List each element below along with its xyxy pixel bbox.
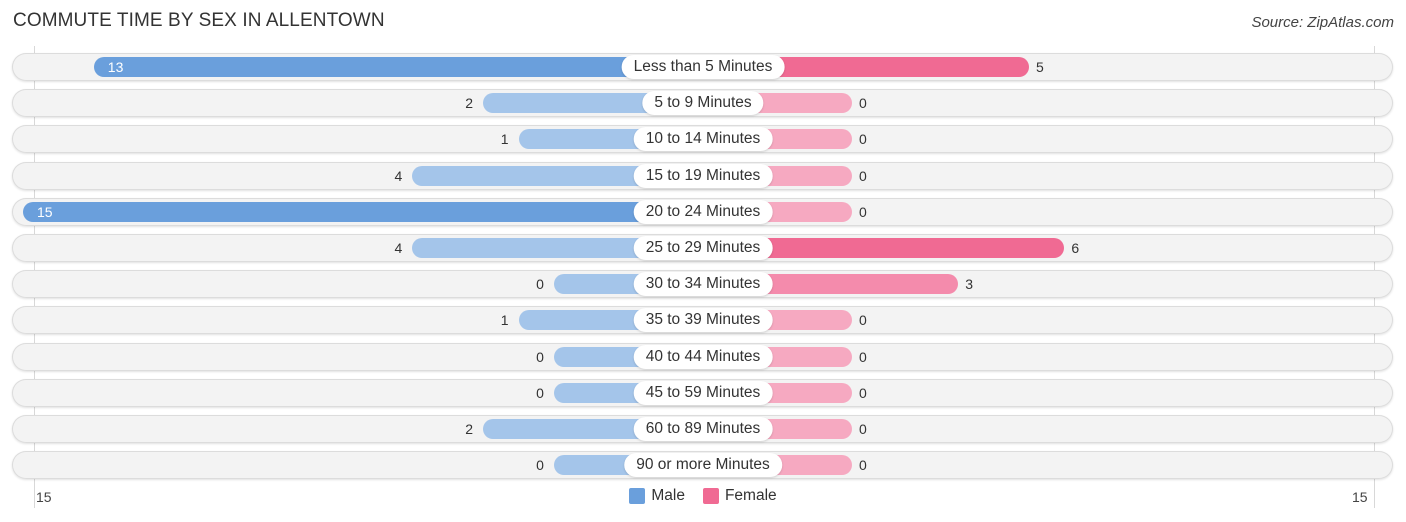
value-label-female: 0 <box>859 384 867 401</box>
value-label-female: 0 <box>859 421 867 437</box>
category-label: 90 or more Minutes <box>624 453 782 478</box>
value-label-male: 0 <box>536 384 544 401</box>
bar-male[interactable] <box>93 57 703 77</box>
category-label: 40 to 44 Minutes <box>633 344 773 369</box>
value-label-female: 0 <box>859 131 867 148</box>
category-label: 10 to 14 Minutes <box>633 127 773 152</box>
bar-male[interactable] <box>23 201 703 222</box>
legend-item-female[interactable]: Female <box>702 487 777 505</box>
value-label-male: 1 <box>500 131 509 148</box>
value-label-male: 15 <box>37 203 53 220</box>
category-label: 45 to 59 Minutes <box>633 380 773 405</box>
value-label-male: 0 <box>536 276 544 293</box>
category-label: 30 to 34 Minutes <box>633 272 773 297</box>
category-label: 35 to 39 Minutes <box>633 308 773 333</box>
category-label: 60 to 89 Minutes <box>633 417 773 441</box>
value-label-female: 0 <box>859 167 867 184</box>
value-label-male: 13 <box>107 59 124 75</box>
value-label-female: 0 <box>859 95 867 112</box>
value-label-female: 5 <box>1036 59 1044 75</box>
value-label-male: 0 <box>536 457 544 474</box>
category-label: 20 to 24 Minutes <box>633 199 773 224</box>
chart-title: COMMUTE TIME BY SEX IN ALLENTOWN <box>13 10 385 31</box>
legend-label-female: Female <box>724 487 777 504</box>
value-label-female: 3 <box>965 276 973 293</box>
source-label: Source: ZipAtlas.com <box>1251 14 1394 31</box>
value-label-female: 0 <box>859 457 867 474</box>
legend-swatch-male <box>629 488 646 504</box>
value-label-male: 4 <box>394 240 403 256</box>
category-label: 5 to 9 Minutes <box>642 91 764 116</box>
value-label-female: 0 <box>859 312 867 329</box>
value-label-female: 6 <box>1071 240 1080 256</box>
value-label-male: 4 <box>394 167 403 184</box>
value-label-male: 2 <box>465 421 474 437</box>
value-label-male: 2 <box>465 95 474 112</box>
legend-swatch-female <box>702 488 719 504</box>
legend: Male Female <box>0 487 1406 505</box>
value-label-male: 0 <box>536 348 544 365</box>
category-label: 25 to 29 Minutes <box>633 236 773 260</box>
value-label-male: 1 <box>500 312 509 329</box>
value-label-female: 0 <box>859 348 867 365</box>
category-label: 15 to 19 Minutes <box>633 163 773 188</box>
legend-label-male: Male <box>651 487 685 504</box>
legend-item-male[interactable]: Male <box>629 487 685 505</box>
category-label: Less than 5 Minutes <box>621 55 785 79</box>
value-label-female: 0 <box>859 203 867 220</box>
